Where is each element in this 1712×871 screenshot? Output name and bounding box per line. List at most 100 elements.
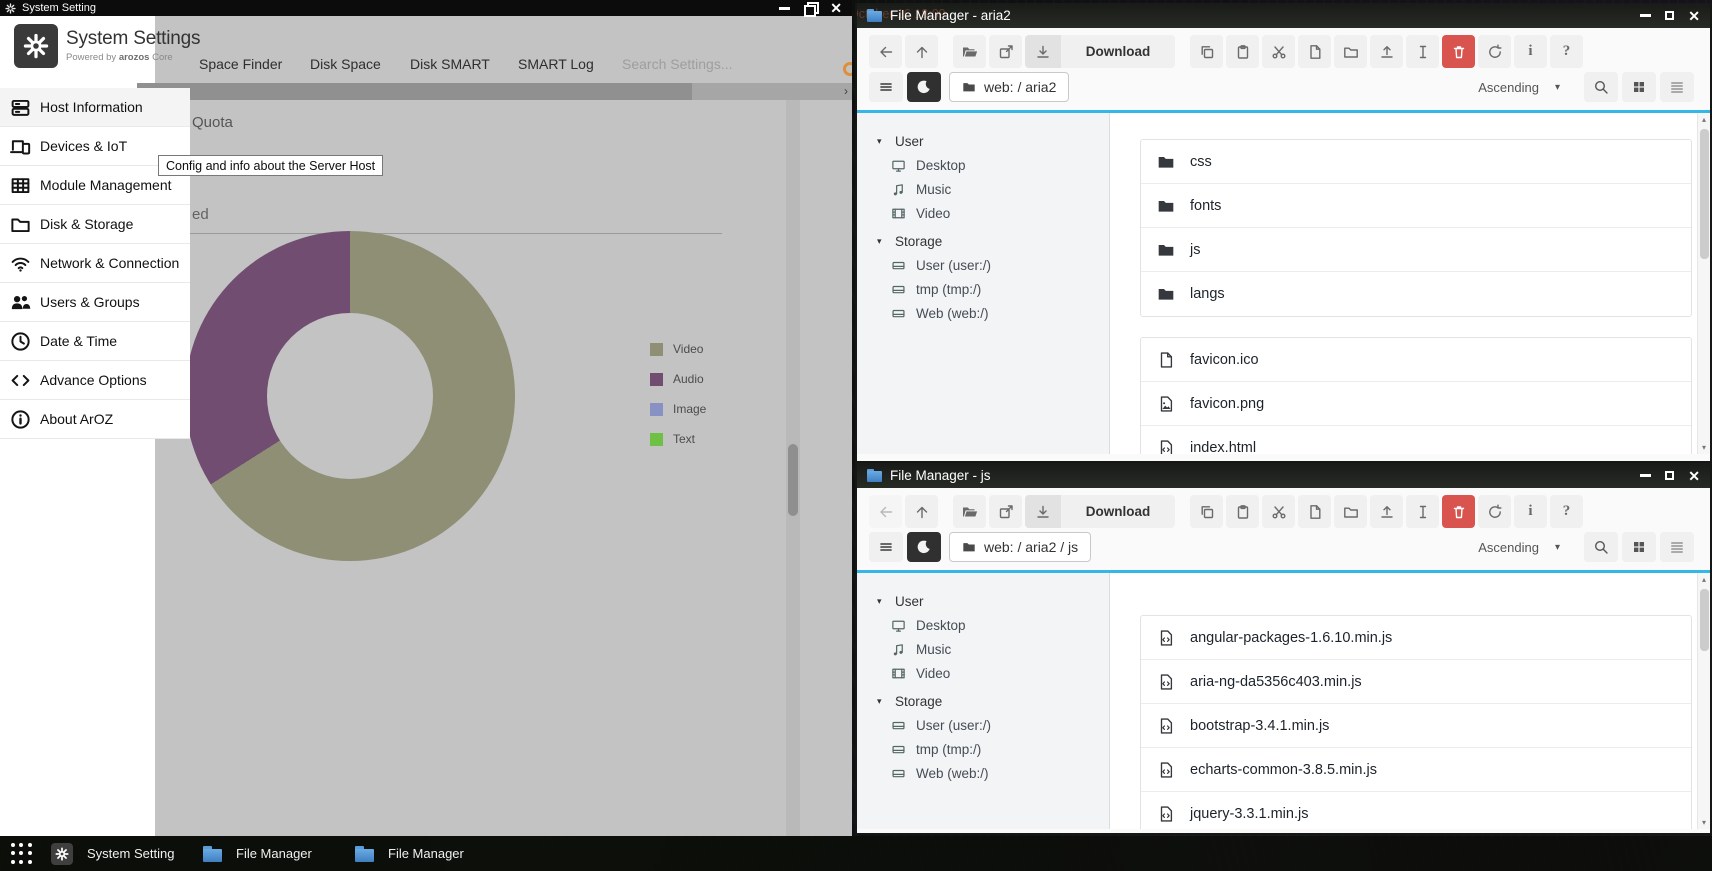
- back-button[interactable]: [869, 35, 902, 68]
- cut-button[interactable]: [1262, 35, 1295, 68]
- tree-item[interactable]: ▾ Desktop: [877, 613, 1109, 637]
- search-button[interactable]: [1584, 72, 1618, 102]
- rename-button[interactable]: [1406, 35, 1439, 68]
- settings-menu-item[interactable]: Disk & Storage: [0, 205, 190, 244]
- download-button[interactable]: Download: [1025, 495, 1175, 528]
- scrollbar-thumb[interactable]: [788, 444, 798, 516]
- delete-button[interactable]: [1442, 35, 1475, 68]
- tree-item[interactable]: ▾ Music: [877, 637, 1109, 661]
- scrollbar-thumb[interactable]: [1700, 129, 1709, 259]
- sort-order-select[interactable]: Ascending ▾: [1468, 72, 1570, 102]
- settings-menu-item[interactable]: Date & Time: [0, 322, 190, 361]
- file-row[interactable]: favicon.png: [1141, 382, 1691, 426]
- tree-item[interactable]: ▾ Video: [877, 201, 1109, 225]
- file-row[interactable]: bootstrap-3.4.1.min.js: [1141, 704, 1691, 748]
- tree-item[interactable]: ▾ Video: [877, 661, 1109, 685]
- open-folder-button[interactable]: [953, 495, 986, 528]
- scroll-down-icon[interactable]: ▾: [1698, 818, 1710, 827]
- tree-item[interactable]: ▾ Music: [877, 177, 1109, 201]
- new-folder-button[interactable]: [1334, 35, 1367, 68]
- close-button[interactable]: ✕: [1688, 469, 1700, 483]
- settings-menu-item[interactable]: About ArOZ: [0, 400, 190, 439]
- open-folder-button[interactable]: [953, 35, 986, 68]
- scroll-down-icon[interactable]: ▾: [1698, 443, 1710, 452]
- help-button[interactable]: ?: [1550, 35, 1583, 68]
- tree-item[interactable]: ▾ Desktop: [877, 153, 1109, 177]
- folder-row[interactable]: langs: [1141, 272, 1691, 316]
- menu-button[interactable]: [869, 532, 903, 562]
- settings-menu-item[interactable]: Network & Connection: [0, 244, 190, 283]
- copy-button[interactable]: [1190, 495, 1223, 528]
- search-settings-input[interactable]: Search Settings...: [622, 56, 742, 72]
- info-button[interactable]: i: [1514, 495, 1547, 528]
- scrollbar-thumb[interactable]: [137, 83, 692, 100]
- new-folder-button[interactable]: [1334, 495, 1367, 528]
- grid-view-button[interactable]: [1622, 532, 1656, 562]
- tab-smart-log[interactable]: SMART Log: [518, 56, 594, 72]
- refresh-button[interactable]: [1478, 35, 1511, 68]
- open-in-new-button[interactable]: [989, 35, 1022, 68]
- minimize-button[interactable]: [1640, 474, 1651, 477]
- scroll-up-icon[interactable]: ▴: [1698, 115, 1710, 124]
- upload-button[interactable]: [1370, 35, 1403, 68]
- fm-titlebar[interactable]: October 16 18:09 File Manager - aria2 ✕: [857, 3, 1710, 28]
- file-row[interactable]: echarts-common-3.8.5.min.js: [1141, 748, 1691, 792]
- breadcrumb[interactable]: web: / aria2 / js: [949, 532, 1091, 562]
- maximize-button[interactable]: [1665, 471, 1674, 480]
- delete-button[interactable]: [1442, 495, 1475, 528]
- taskbar-item-file-manager-2[interactable]: File Manager: [355, 836, 464, 871]
- open-in-new-button[interactable]: [989, 495, 1022, 528]
- taskbar-item-file-manager-1[interactable]: File Manager: [203, 836, 312, 871]
- maximize-button[interactable]: [1665, 11, 1674, 20]
- help-button[interactable]: ?: [1550, 495, 1583, 528]
- folder-row[interactable]: fonts: [1141, 184, 1691, 228]
- tree-item[interactable]: ▾ Storage: [877, 689, 1109, 713]
- tree-item[interactable]: ▾ Web (web:/): [877, 301, 1109, 325]
- close-button[interactable]: ✕: [830, 1, 842, 15]
- file-row[interactable]: jquery-3.3.1.min.js: [1141, 792, 1691, 829]
- new-file-button[interactable]: [1298, 495, 1331, 528]
- file-row[interactable]: index.html: [1141, 426, 1691, 454]
- restore-button[interactable]: [804, 2, 816, 14]
- paste-button[interactable]: [1226, 35, 1259, 68]
- menu-button[interactable]: [869, 72, 903, 102]
- close-button[interactable]: ✕: [1688, 9, 1700, 23]
- upload-button[interactable]: [1370, 495, 1403, 528]
- rename-button[interactable]: [1406, 495, 1439, 528]
- download-button[interactable]: Download: [1025, 35, 1175, 68]
- list-view-button[interactable]: [1660, 532, 1694, 562]
- copy-button[interactable]: [1190, 35, 1223, 68]
- tabs-horizontal-scrollbar[interactable]: ›: [137, 83, 852, 100]
- tree-item[interactable]: ▾ User (user:/): [877, 713, 1109, 737]
- minimize-button[interactable]: [779, 7, 790, 10]
- scroll-up-icon[interactable]: ▴: [1698, 575, 1710, 584]
- up-button[interactable]: [905, 495, 938, 528]
- chevron-right-icon[interactable]: ›: [844, 83, 848, 100]
- new-file-button[interactable]: [1298, 35, 1331, 68]
- search-button[interactable]: [1584, 532, 1618, 562]
- tab-disk-space[interactable]: Disk Space: [310, 56, 381, 72]
- tab-disk-smart[interactable]: Disk SMART: [410, 56, 490, 72]
- tree-item[interactable]: ▾ User: [877, 129, 1109, 153]
- tree-item[interactable]: ▾ User (user:/): [877, 253, 1109, 277]
- tree-item[interactable]: ▾ Web (web:/): [877, 761, 1109, 785]
- scrollbar-thumb[interactable]: [1700, 589, 1709, 651]
- settings-menu-item[interactable]: Host Information: [0, 88, 190, 127]
- grid-view-button[interactable]: [1622, 72, 1656, 102]
- tree-item[interactable]: ▾ tmp (tmp:/): [877, 737, 1109, 761]
- file-list-scrollbar[interactable]: ▴ ▾: [1697, 113, 1710, 454]
- dark-mode-toggle[interactable]: [907, 532, 941, 562]
- folder-row[interactable]: js: [1141, 228, 1691, 272]
- refresh-button[interactable]: [1478, 495, 1511, 528]
- dark-mode-toggle[interactable]: [907, 72, 941, 102]
- settings-menu-item[interactable]: Users & Groups: [0, 283, 190, 322]
- file-row[interactable]: favicon.ico: [1141, 338, 1691, 382]
- settings-titlebar[interactable]: System Setting ✕: [0, 0, 852, 16]
- app-launcher-button[interactable]: [11, 843, 33, 865]
- file-list-scrollbar[interactable]: ▴ ▾: [1697, 573, 1710, 829]
- cut-button[interactable]: [1262, 495, 1295, 528]
- tab-space-finder[interactable]: Space Finder: [199, 56, 282, 72]
- tree-item[interactable]: ▾ Storage: [877, 229, 1109, 253]
- fm-titlebar[interactable]: File Manager - js ✕: [857, 463, 1710, 488]
- folder-row[interactable]: css: [1141, 140, 1691, 184]
